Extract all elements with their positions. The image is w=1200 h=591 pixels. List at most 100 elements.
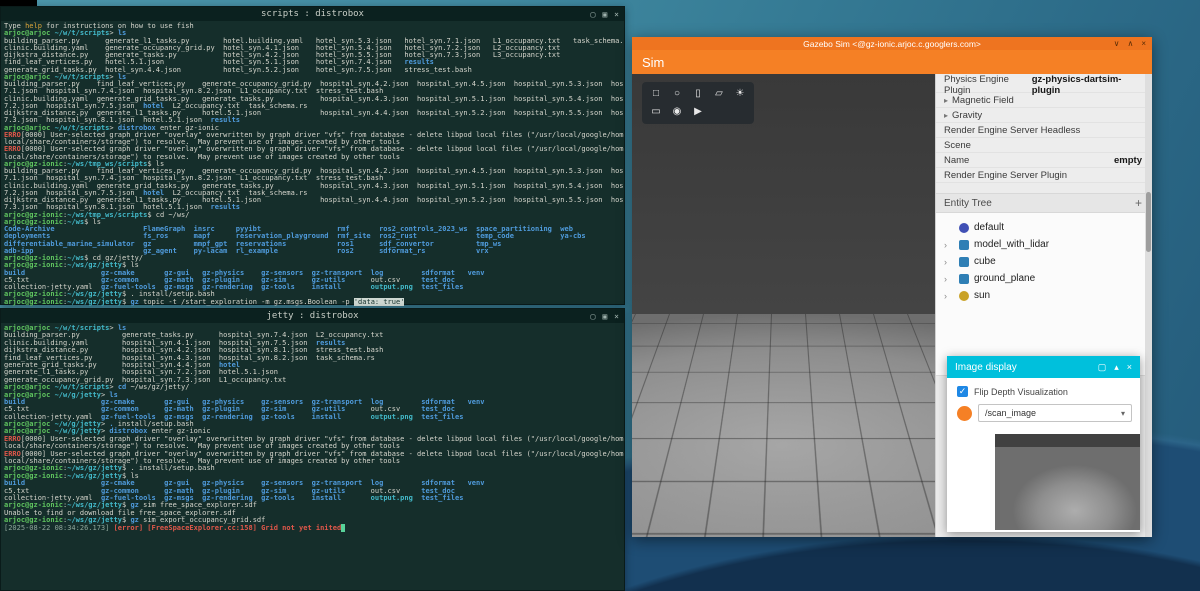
- video-icon[interactable]: ▶: [691, 105, 705, 119]
- image-display-controls: ▢ ▴ ×: [1098, 362, 1132, 373]
- entity-label: ground_plane: [974, 273, 1035, 284]
- terminal-window-scripts: scripts : distrobox ▢ ▣ × Type help for in…: [0, 6, 625, 305]
- terminal-window-jetty: jetty : distrobox ▢ ▣ × arjoc@arjoc ~/w/t/…: [0, 308, 625, 591]
- inspector-value: empty: [1114, 155, 1142, 166]
- close-icon[interactable]: ×: [1141, 39, 1146, 48]
- topic-dropdown[interactable]: /scan_image: [978, 404, 1132, 422]
- collapse-icon[interactable]: ∨: [1114, 39, 1120, 48]
- flip-depth-label: Flip Depth Visualization: [974, 387, 1068, 397]
- restore-icon[interactable]: ▣: [602, 312, 607, 321]
- maximize-icon[interactable]: ▢: [591, 312, 596, 321]
- terminal-titlebar[interactable]: jetty : distrobox ▢ ▣ ×: [1, 309, 624, 323]
- entity-tree-list: default › model_with_lidar › cube › ground_pla…: [936, 213, 1152, 376]
- entity-label: default: [974, 222, 1004, 233]
- terminal-bottom-controls: ▢ ▣ ×: [591, 309, 619, 323]
- expand-icon[interactable]: ▸: [944, 96, 948, 105]
- cylinder-icon[interactable]: ▯: [691, 87, 705, 101]
- image-display-panel: Image display ▢ ▴ × ✓ Flip Depth Visualiza…: [947, 356, 1140, 532]
- image-display-title: Image display: [955, 362, 1017, 373]
- scan-image-preview: [995, 434, 1140, 530]
- entity-label: cube: [974, 256, 996, 267]
- fold-icon[interactable]: ▴: [1114, 362, 1119, 373]
- viewport-toolbar-row1: □ ○ ▯ ▱ ☀: [649, 87, 747, 101]
- inspector-row[interactable]: Scene: [936, 138, 1152, 153]
- gazebo-title: Gazebo Sim <@gz-ionic.arjoc.c.googlers.c…: [803, 39, 981, 49]
- entity-tree-item-sun[interactable]: › sun: [936, 287, 1152, 304]
- desktop: scripts : distrobox ▢ ▣ × Type help for in…: [0, 0, 1200, 591]
- terminal-line: arjoc@gz-ionic:~/ws/gz/jetty$ gz topic -…: [4, 299, 621, 306]
- entity-tree-header[interactable]: Entity Tree +: [936, 193, 1152, 213]
- viewport-toolbar: □ ○ ▯ ▱ ☀ ▭ ◉ ▶: [642, 82, 754, 124]
- undock-icon[interactable]: ▢: [1098, 362, 1107, 373]
- terminal-title: jetty : distrobox: [266, 311, 358, 321]
- maximize-icon[interactable]: ▢: [591, 10, 596, 19]
- inspector-label: Physics Engine Plugin: [944, 74, 1032, 96]
- inspector-value: gz-physics-dartsim-plugin: [1032, 74, 1142, 96]
- entity-tree-item-ground_plane[interactable]: › ground_plane: [936, 270, 1152, 287]
- chevron-right-icon[interactable]: ›: [944, 274, 954, 284]
- gazebo-titlebar[interactable]: Gazebo Sim <@gz-ionic.arjoc.c.googlers.c…: [632, 37, 1152, 50]
- close-icon[interactable]: ×: [614, 312, 619, 321]
- gazebo-header: Sim: [632, 50, 1152, 74]
- inspector-label: Gravity: [952, 110, 982, 121]
- entity-dot-icon: [959, 223, 969, 233]
- entity-tree-item-cube[interactable]: › cube: [936, 253, 1152, 270]
- chevron-right-icon[interactable]: ›: [944, 291, 954, 301]
- inspector-label: Render Engine Server Plugin: [944, 170, 1067, 181]
- entity-tree-item-model_with_lidar[interactable]: › model_with_lidar: [936, 236, 1152, 253]
- cube-top-face: [716, 324, 742, 332]
- image-display-header[interactable]: Image display ▢ ▴ ×: [947, 356, 1140, 378]
- zoom-value: 86.93 %: [870, 524, 903, 534]
- close-icon[interactable]: ×: [1127, 362, 1132, 373]
- expand-icon[interactable]: ▸: [944, 111, 948, 120]
- terminal-line: [2025-08-22 08:34:26.173] [error] [FreeS…: [4, 525, 621, 532]
- entity-tree-item-default[interactable]: default: [936, 219, 1152, 236]
- terminal-title: scripts : distrobox: [261, 9, 364, 19]
- terminal-top-body[interactable]: Type help for instructions on how to use…: [1, 21, 624, 308]
- plane-icon: [959, 274, 969, 284]
- inspector-row[interactable]: Name empty: [936, 153, 1152, 168]
- inspector-label: Render Engine Server Headless: [944, 125, 1080, 136]
- box-icon[interactable]: □: [649, 87, 663, 101]
- capsule-icon[interactable]: ▱: [712, 87, 726, 101]
- topic-refresh-icon[interactable]: [957, 406, 972, 421]
- inspector-row[interactable]: ▸ Gravity: [936, 108, 1152, 123]
- entity-label: model_with_lidar: [974, 239, 1049, 250]
- light-icon[interactable]: ☀: [733, 87, 747, 101]
- plane-icon[interactable]: ▭: [649, 105, 663, 119]
- add-entity-button[interactable]: +: [1135, 196, 1142, 210]
- panel-scrollbar[interactable]: [1145, 74, 1152, 537]
- cube-icon: [959, 257, 969, 267]
- terminal-bottom-body[interactable]: arjoc@arjoc ~/w/t/scripts> lsbuilding_pa…: [1, 323, 624, 534]
- left-splitter-handle[interactable]: [632, 422, 635, 480]
- inspector-row[interactable]: Render Engine Server Plugin: [936, 168, 1152, 183]
- restore-icon[interactable]: ▣: [602, 10, 607, 19]
- topic-value: /scan_image: [985, 408, 1036, 418]
- close-icon[interactable]: ×: [614, 10, 619, 19]
- gazebo-content: □○▯▱☀ ▭◉▶ 86.93 % Physics Engine Pluging…: [632, 74, 1152, 537]
- scene-viewport[interactable]: □ ○ ▯ ▱ ☀ ▭ ◉ ▶ 86.93 %: [632, 74, 935, 537]
- red-cube-model[interactable]: [716, 324, 742, 354]
- flip-depth-checkbox[interactable]: ✓: [957, 386, 968, 397]
- expand-icon[interactable]: ∧: [1127, 39, 1133, 48]
- camera-icon[interactable]: ◉: [670, 105, 684, 119]
- inspector-row[interactable]: Physics Engine Plugingz-physics-dartsim-…: [936, 78, 1152, 93]
- chevron-right-icon[interactable]: ›: [944, 240, 954, 250]
- inspector-label: Name: [944, 155, 969, 166]
- panel-scrollbar-thumb[interactable]: [1146, 192, 1151, 252]
- inspector-label: Scene: [944, 140, 971, 151]
- sphere-icon[interactable]: ○: [670, 87, 684, 101]
- sun-icon: [959, 291, 969, 301]
- gazebo-window: Gazebo Sim <@gz-ionic.arjoc.c.googlers.c…: [632, 37, 1152, 537]
- terminal-top-controls: ▢ ▣ ×: [591, 7, 619, 21]
- chevron-right-icon[interactable]: ›: [944, 257, 954, 267]
- component-inspector: Physics Engine Plugingz-physics-dartsim-…: [936, 74, 1152, 183]
- gazebo-titlebar-controls: ∨ ∧ ×: [1114, 37, 1146, 50]
- inspector-row[interactable]: Render Engine Server Headless: [936, 123, 1152, 138]
- collapse-arrow-icon[interactable]: [858, 524, 861, 534]
- cube-front-face: [716, 332, 742, 354]
- topic-row: /scan_image: [947, 397, 1140, 422]
- terminal-titlebar[interactable]: scripts : distrobox ▢ ▣ ×: [1, 7, 624, 21]
- caret-down-icon: [1121, 409, 1125, 418]
- entity-label: sun: [974, 290, 990, 301]
